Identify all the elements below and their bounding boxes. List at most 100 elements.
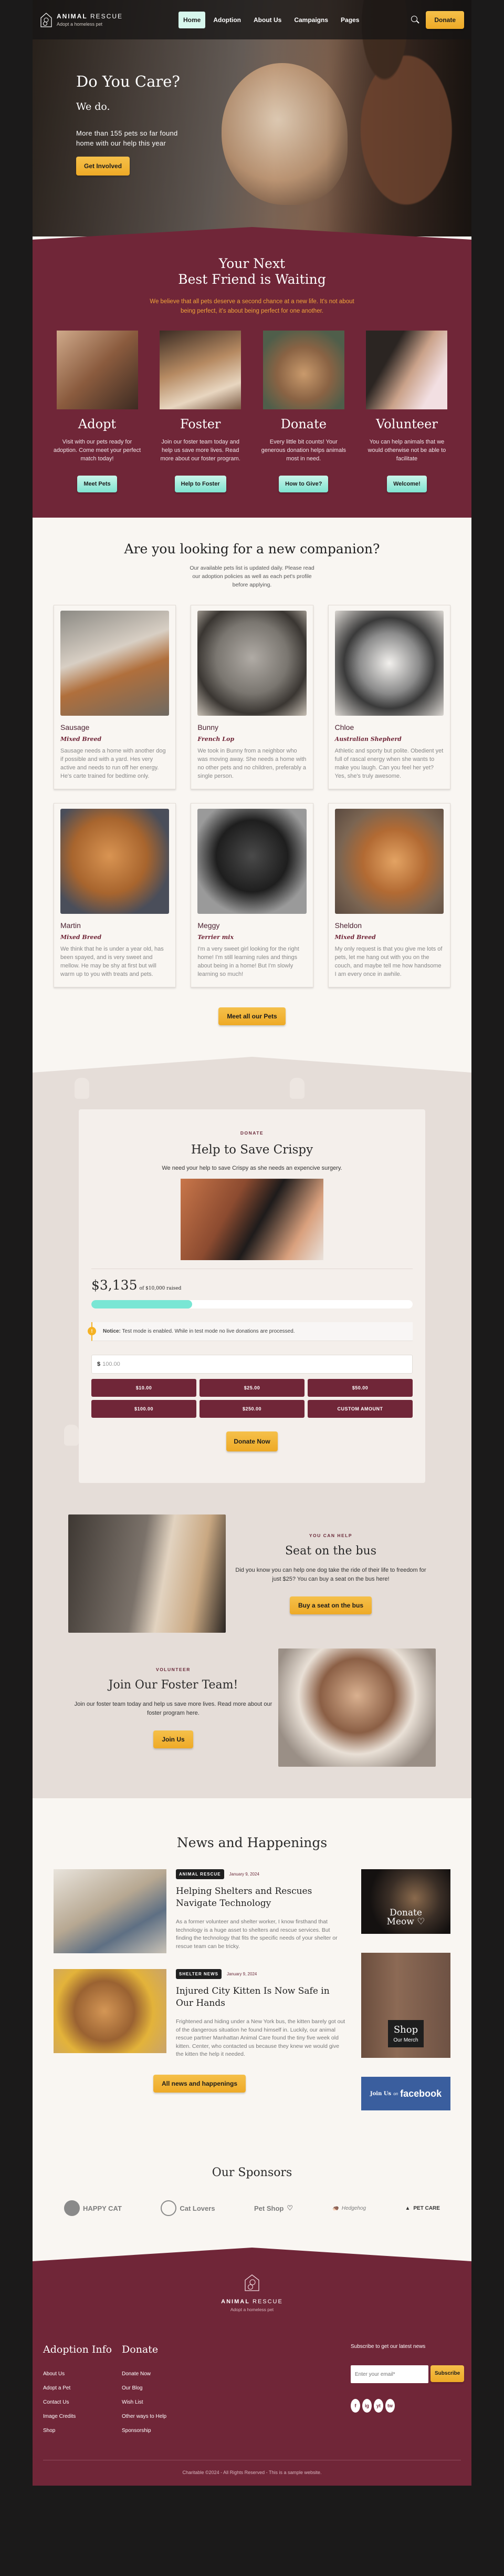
sponsor-logo[interactable]: Pet Shop ♡: [254, 2204, 293, 2212]
welcome-button[interactable]: Welcome!: [387, 476, 427, 492]
hero: ANIMAL RESCUE Adopt a homeless pet Home …: [33, 0, 471, 236]
join-us-button[interactable]: Join Us: [153, 1730, 193, 1748]
article-category[interactable]: SHELTER NEWS: [176, 1969, 222, 1979]
warning-icon: !: [88, 1327, 96, 1335]
sponsor-logo[interactable]: 🦔 Hedgehog: [332, 2206, 366, 2211]
article-excerpt: Frightened and hiding under a New York b…: [176, 2018, 345, 2057]
level-custom[interactable]: CUSTOM AMOUNT: [308, 1400, 413, 1418]
column-title: Adoption Info: [43, 2344, 112, 2355]
pet-card[interactable]: Meggy Terrier mix I'm a very sweet girl …: [191, 803, 313, 987]
foster-text: Join our foster team today and help us s…: [74, 1701, 272, 1716]
nav-campaigns[interactable]: Campaigns: [289, 12, 333, 28]
footer-link-donate-now[interactable]: Donate Now: [122, 2371, 201, 2377]
nav-home[interactable]: Home: [178, 11, 206, 28]
paw-pattern-icon: [290, 1078, 304, 1099]
sponsor-logo[interactable]: Cat Lovers: [161, 2200, 215, 2216]
article-title[interactable]: Helping Shelters and Rescues Navigate Te…: [176, 1885, 345, 1910]
donate-image: [262, 331, 344, 409]
adoption-info-column: Adoption Info About Us Adopt a Pet Conta…: [43, 2344, 122, 2434]
meet-pets-button[interactable]: Meet Pets: [77, 476, 117, 492]
article[interactable]: SHELTER NEWS January 9, 2024 Injured Cit…: [54, 1969, 345, 2059]
pet-photo: [60, 809, 170, 914]
donation-levels: $10.00 $25.00 $50.00 $100.00 $250.00 CUS…: [91, 1379, 413, 1418]
intro-title-line1: Your Next: [218, 256, 286, 271]
sponsor-logo[interactable]: HAPPY CAT: [64, 2200, 122, 2216]
man-with-kittens-image: [278, 1648, 436, 1767]
nav-pages[interactable]: Pages: [336, 12, 364, 28]
pet-name: Sheldon: [334, 921, 362, 930]
meet-all-pets-button[interactable]: Meet all our Pets: [218, 1007, 286, 1025]
way-title: Volunteer: [376, 417, 438, 431]
nav-about-us[interactable]: About Us: [249, 12, 286, 28]
sponsors-title: Our Sponsors: [212, 2166, 292, 2179]
instagram-icon[interactable]: ig: [362, 2399, 372, 2413]
nav-adoption[interactable]: Adoption: [208, 12, 246, 28]
donate-now-button[interactable]: Donate Now: [226, 1431, 278, 1451]
article-title[interactable]: Injured City Kitten Is Now Safe in Our H…: [176, 1985, 345, 2010]
pet-card[interactable]: Martin Mixed Breed We think that he is u…: [54, 803, 176, 987]
article[interactable]: ANIMAL RESCUE January 9, 2024 Helping Sh…: [54, 1869, 345, 1953]
twitter-icon[interactable]: tw: [385, 2399, 395, 2413]
adopt-image: [56, 331, 138, 409]
logo[interactable]: ANIMAL RESCUE Adopt a homeless pet: [40, 12, 161, 28]
pet-card[interactable]: Sheldon Mixed Breed My only request is t…: [328, 803, 450, 987]
footer-link-contact-us[interactable]: Contact Us: [43, 2399, 122, 2405]
level-50[interactable]: $50.00: [308, 1379, 413, 1397]
all-news-button[interactable]: All news and happenings: [153, 2074, 246, 2093]
pet-card[interactable]: Sausage Mixed Breed Sausage needs a home…: [54, 605, 176, 789]
shop-merch-banner[interactable]: Shop Our Merch: [361, 1953, 450, 2058]
footer-link-our-blog[interactable]: Our Blog: [122, 2385, 201, 2391]
header-donate-button[interactable]: Donate: [426, 11, 464, 29]
level-250[interactable]: $250.00: [200, 1400, 304, 1418]
sponsor-logo[interactable]: ▲ PET CARE: [405, 2206, 439, 2211]
article-excerpt: As a former volunteer and shelter worker…: [176, 1919, 338, 1950]
donation-subtitle: We need your help to save Crispy as she …: [162, 1165, 342, 1171]
raised-summary: $3,135 of $10,000 raised: [91, 1277, 413, 1293]
footer-link-sponsorship[interactable]: Sponsorship: [122, 2428, 201, 2434]
footer-link-adopt-a-pet[interactable]: Adopt a Pet: [43, 2385, 122, 2391]
donate-meow-banner[interactable]: Donate Meow ♡: [361, 1869, 450, 1934]
sponsors-section: Our Sponsors HAPPY CAT Cat Lovers Pet Sh…: [33, 2145, 471, 2248]
hero-subtitle: We do.: [76, 101, 110, 112]
subscribe-button[interactable]: Subscribe: [430, 2365, 465, 2382]
level-100[interactable]: $100.00: [91, 1400, 196, 1418]
subscribe-form: Subscribe: [351, 2365, 465, 2383]
pet-photo: [334, 809, 444, 914]
pet-card[interactable]: Chloe Australian Shepherd Athletic and s…: [328, 605, 450, 789]
subscribe-label: Subscribe to get our latest news: [351, 2344, 426, 2350]
level-25[interactable]: $25.00: [200, 1379, 304, 1397]
youtube-icon[interactable]: yt: [374, 2399, 383, 2413]
footer-link-wish-list[interactable]: Wish List: [122, 2399, 201, 2405]
article-category[interactable]: ANIMAL RESCUE: [176, 1869, 224, 1879]
amount-input[interactable]: [102, 1361, 407, 1367]
footer: ANIMAL RESCUE Adopt a homeless pet Adopt…: [33, 2248, 471, 2486]
pet-description: We think that he is under a year old, ha…: [60, 946, 164, 977]
footer-logo[interactable]: ANIMAL RESCUE Adopt a homeless pet: [43, 2274, 461, 2312]
facebook-banner[interactable]: Join Us on facebook: [361, 2077, 450, 2110]
help-to-foster-button[interactable]: Help to Foster: [174, 476, 226, 492]
footer-link-shop[interactable]: Shop: [43, 2428, 122, 2434]
article-image: [54, 1869, 166, 1953]
currency-symbol: $: [97, 1361, 101, 1367]
foster-image: [160, 331, 242, 409]
pet-photo: [334, 611, 444, 716]
get-involved-button[interactable]: Get Involved: [76, 157, 130, 176]
footer-link-about-us[interactable]: About Us: [43, 2371, 122, 2377]
footer-link-image-credits[interactable]: Image Credits: [43, 2414, 122, 2419]
buy-seat-button[interactable]: Buy a seat on the bus: [289, 1596, 372, 1614]
email-input[interactable]: [351, 2365, 428, 2383]
top-nav: ANIMAL RESCUE Adopt a homeless pet Home …: [33, 0, 471, 39]
pet-card[interactable]: Bunny French Lop We took in Bunny from a…: [191, 605, 313, 789]
search-icon[interactable]: [410, 15, 419, 25]
donation-title: Help to Save Crispy: [191, 1143, 313, 1157]
sidebar: Donate Meow ♡ Shop Our Merch Join Us on f…: [361, 1869, 450, 2129]
pet-photo: [197, 809, 307, 914]
fb-on: on: [393, 2091, 398, 2096]
level-10[interactable]: $10.00: [91, 1379, 196, 1397]
article-image: [54, 1969, 166, 2053]
how-to-give-button[interactable]: How to Give?: [279, 476, 329, 492]
footer-link-other-ways[interactable]: Other ways to Help: [122, 2414, 201, 2419]
crispy-image: [181, 1179, 323, 1260]
pets-grid: Sausage Mixed Breed Sausage needs a home…: [54, 605, 450, 987]
facebook-icon[interactable]: f: [351, 2399, 360, 2413]
